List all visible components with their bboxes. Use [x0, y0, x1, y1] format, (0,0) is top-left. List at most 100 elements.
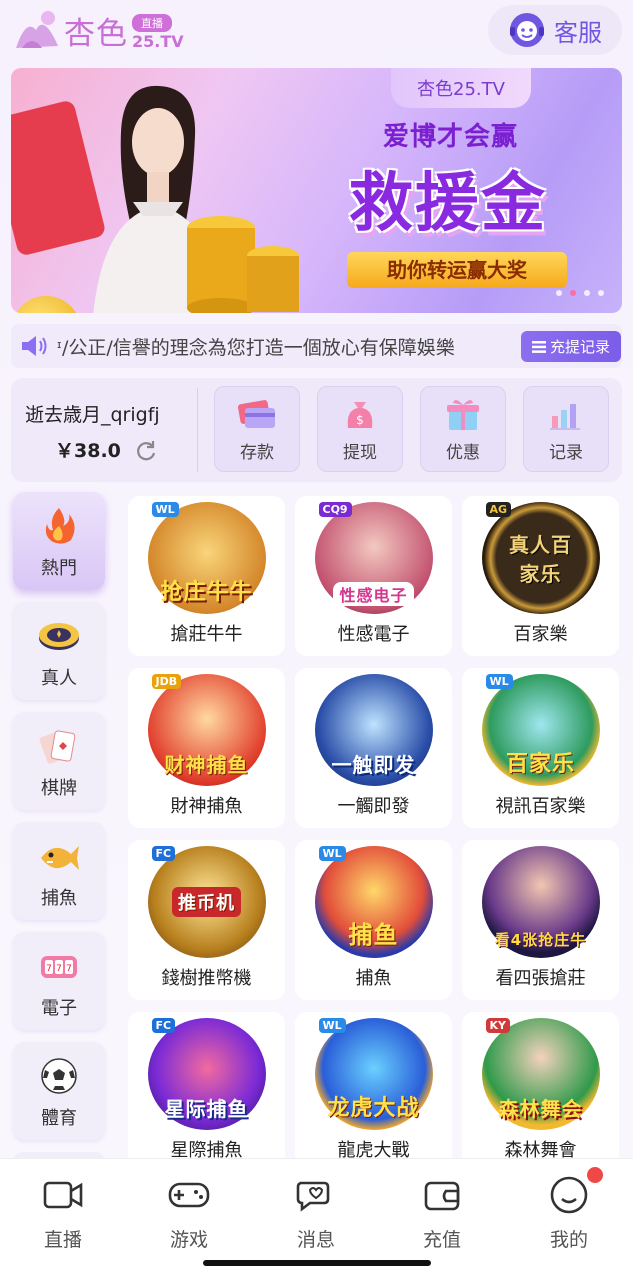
nav-live[interactable]: 直播	[23, 1175, 103, 1252]
gift-icon	[447, 399, 479, 430]
nav-messages[interactable]: 消息	[276, 1175, 356, 1252]
game-art: JDB 财神捕鱼	[147, 674, 266, 786]
game-name: 搶莊牛牛	[170, 624, 243, 645]
category-fishing[interactable]: 捕魚	[13, 822, 105, 920]
game-name: 捕魚	[355, 968, 392, 989]
gamepad-icon	[168, 1182, 210, 1208]
home-indicator	[203, 1260, 431, 1266]
game-art: AG 真人百家乐	[481, 502, 600, 614]
category-label: 捕魚	[41, 888, 77, 909]
game-name: 星際捕魚	[170, 1140, 243, 1158]
game-card[interactable]: JDB 财神捕鱼 財神捕魚	[128, 668, 285, 828]
wallet-icon	[424, 1181, 460, 1211]
nav-label: 直播	[43, 1229, 82, 1251]
wallet-panel: 逝去歳月_qrigfj ￥38.0 存款 $ 提现 优惠 记录	[11, 378, 622, 482]
game-art-title: 星际捕鱼	[164, 1097, 249, 1121]
svg-text:7: 7	[56, 964, 62, 974]
announcement-bar[interactable]: ᶦ/公正/信譽的理念為您打造一個放心有保障娛樂 充提记录	[11, 324, 622, 368]
nav-label: 充值	[422, 1229, 461, 1251]
notification-dot	[587, 1167, 603, 1183]
balance-amount: ￥38.0	[55, 440, 121, 462]
soccer-icon	[41, 1058, 77, 1094]
game-card[interactable]: CQ9 性感电子 性感電子	[295, 496, 452, 656]
game-card[interactable]: WL 捕鱼 捕魚	[295, 840, 452, 1000]
game-art-title: 性感电子	[333, 582, 414, 606]
banner-dot-active[interactable]	[570, 290, 576, 296]
game-art-title: 财神捕鱼	[164, 753, 249, 777]
provider-tag: WL	[318, 1018, 346, 1033]
banner-dot[interactable]	[584, 290, 590, 296]
category-label: 電子	[41, 998, 77, 1019]
records-button[interactable]: 记录	[523, 386, 609, 472]
banner-dot[interactable]	[598, 290, 604, 296]
nav-profile[interactable]: 我的	[529, 1167, 609, 1252]
provider-tag: KY	[485, 1018, 510, 1033]
announcement-text: ᶦ/公正/信譽的理念為您打造一個放心有保障娛樂	[57, 336, 455, 359]
game-art-title: 龙虎大战	[327, 1096, 420, 1121]
game-art-title: 捕鱼	[348, 921, 399, 949]
list-icon	[531, 340, 546, 353]
banner-pagination[interactable]	[556, 290, 604, 296]
game-name: 森林舞會	[504, 1140, 577, 1158]
category-cards[interactable]: 棋牌	[13, 712, 105, 810]
game-card[interactable]: KY 森林舞会 森林舞會	[462, 1012, 619, 1158]
game-art-title: 看4张抢庄牛	[494, 931, 587, 949]
game-art: CQ9 性感电子	[314, 502, 433, 614]
records-label: 记录	[549, 443, 583, 463]
gold-coins-graphic	[187, 216, 299, 313]
game-art-title: 真人百家乐	[509, 533, 572, 586]
category-sidebar: 熱門 真人 棋牌 捕魚 7 7 7 電子 體育	[13, 492, 105, 1162]
category-label: 體育	[41, 1108, 77, 1129]
game-card[interactable]: FC 推币机 錢樹推幣機	[128, 840, 285, 1000]
category-live[interactable]: 真人	[13, 602, 105, 700]
deposit-withdraw-records-button[interactable]: 充提记录	[521, 331, 621, 362]
game-card[interactable]: 看4张抢庄牛 看四張搶莊	[462, 840, 619, 1000]
svg-text:7: 7	[46, 964, 52, 974]
game-art: WL 百家乐	[481, 674, 600, 786]
divider	[197, 388, 198, 472]
promo-banner[interactable]: 杏色25.TV 爱博才会赢 救援金 助你转运赢大奖	[11, 68, 622, 313]
speaker-icon	[22, 336, 47, 356]
game-card[interactable]: WL 龙虎大战 龍虎大戰	[295, 1012, 452, 1158]
nav-label: 我的	[549, 1229, 588, 1251]
banner-headline: 救援金	[349, 167, 547, 241]
customer-service-button[interactable]: 客服	[488, 5, 622, 55]
withdraw-button[interactable]: $ 提现	[317, 386, 403, 472]
fire-icon	[45, 508, 75, 544]
nav-games[interactable]: 游戏	[149, 1175, 229, 1252]
deposit-button[interactable]: 存款	[214, 386, 300, 472]
username: 逝去歳月_qrigfj	[25, 404, 160, 426]
game-card[interactable]: 一触即发 一觸即發	[295, 668, 452, 828]
game-art: WL 抢庄牛牛	[147, 502, 266, 614]
game-card[interactable]: AG 真人百家乐 百家樂	[462, 496, 619, 656]
card-icon	[237, 400, 275, 428]
cards-icon	[39, 730, 76, 764]
provider-tag: CQ9	[318, 502, 352, 517]
promotions-button[interactable]: 优惠	[420, 386, 506, 472]
game-card[interactable]: FC 星际捕鱼 星際捕魚	[128, 1012, 285, 1158]
provider-tag: JDB	[151, 674, 182, 689]
game-card[interactable]: WL 抢庄牛牛 搶莊牛牛	[128, 496, 285, 656]
refresh-icon[interactable]	[135, 439, 157, 461]
game-name: 性感電子	[337, 624, 410, 645]
fish-icon	[41, 846, 79, 870]
game-name: 百家樂	[513, 624, 568, 645]
game-art: KY 森林舞会	[481, 1018, 600, 1130]
banner-ribbon: 助你转运赢大奖	[347, 252, 567, 288]
category-sports[interactable]: 體育	[13, 1042, 105, 1140]
balance-row: ￥38.0	[55, 436, 157, 463]
game-name: 看四張搶莊	[495, 968, 586, 989]
game-name: 錢樹推幣機	[161, 968, 252, 989]
nav-label: 消息	[296, 1229, 335, 1251]
chip-icon	[39, 623, 79, 650]
game-art: FC 推币机	[147, 846, 266, 958]
category-hot[interactable]: 熱門	[13, 492, 105, 590]
banner-dot[interactable]	[556, 290, 562, 296]
headset-icon	[510, 13, 544, 47]
svg-text:$: $	[356, 413, 364, 427]
nav-recharge[interactable]: 充值	[402, 1175, 482, 1252]
app-logo[interactable]: 杏色 直播 25.TV	[12, 4, 184, 56]
game-card[interactable]: WL 百家乐 視訊百家樂	[462, 668, 619, 828]
nav-label: 游戏	[169, 1229, 208, 1251]
category-slots[interactable]: 7 7 7 電子	[13, 932, 105, 1030]
